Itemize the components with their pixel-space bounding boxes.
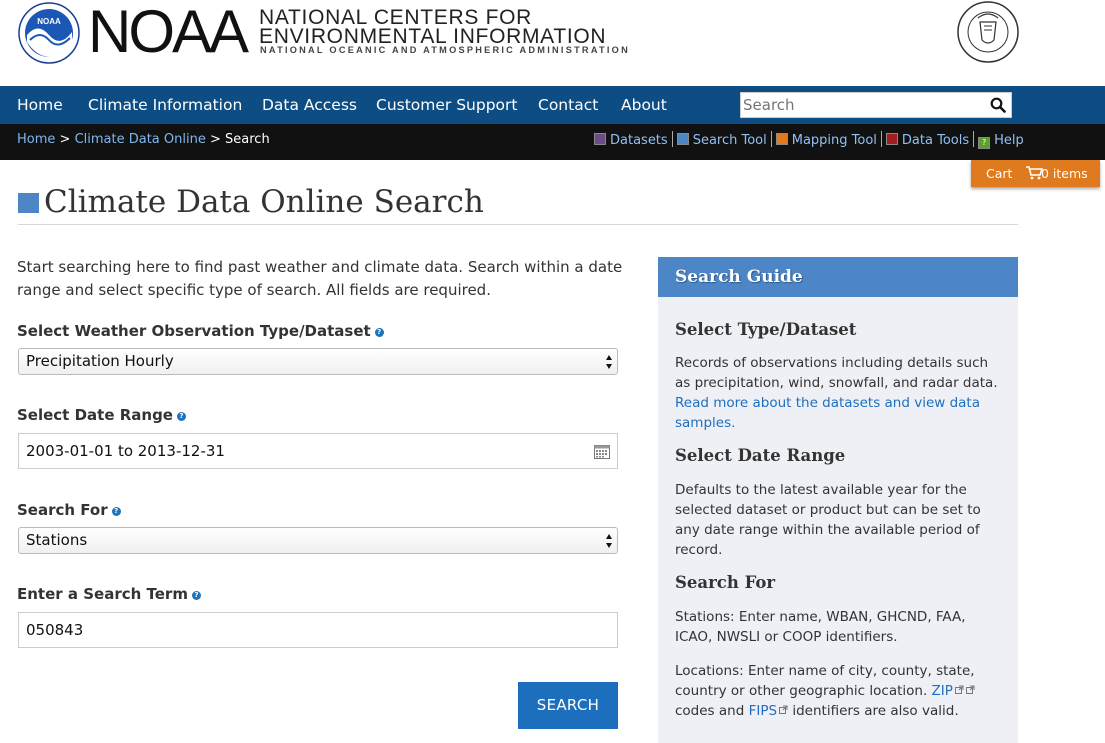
breadcrumb-separator: > bbox=[209, 132, 221, 147]
page-title: Climate Data Online Search bbox=[44, 184, 484, 220]
external-link-icon bbox=[954, 685, 964, 694]
data-tools-icon bbox=[885, 133, 898, 145]
breadcrumb-cdo[interactable]: Climate Data Online bbox=[75, 132, 206, 147]
tool-mapping-tool[interactable]: Mapping Tool bbox=[775, 124, 877, 157]
tool-help[interactable]: ? Help bbox=[978, 124, 1024, 157]
title-divider bbox=[18, 224, 1018, 225]
tool-label: Mapping Tool bbox=[791, 133, 877, 148]
tool-label: Data Tools bbox=[901, 133, 970, 148]
guide-section-title: Select Date Range bbox=[675, 446, 846, 465]
nav-climate-information[interactable]: Climate Information bbox=[88, 86, 242, 124]
tool-links: Datasets Search Tool Mapping Tool Data Tool… bbox=[594, 124, 1024, 157]
site-search-box bbox=[740, 92, 1012, 118]
dataset-label: Select Weather Observation Type/Dataset? bbox=[17, 322, 384, 340]
tool-label: Help bbox=[994, 133, 1024, 148]
guide-text: Locations: Enter name of city, county, s… bbox=[675, 663, 975, 699]
department-of-commerce-seal-icon[interactable] bbox=[956, 0, 1020, 64]
guide-section-title: Select Type/Dataset bbox=[675, 320, 857, 339]
date-range-field[interactable]: 2003-01-01 to 2013-12-31 bbox=[18, 433, 618, 469]
help-icon[interactable]: ? bbox=[191, 591, 201, 600]
nav-about[interactable]: About bbox=[621, 86, 667, 124]
dataset-select[interactable]: Precipitation Hourly bbox=[18, 348, 618, 375]
external-link-icon bbox=[779, 705, 788, 714]
guide-text: Records of observations including detail… bbox=[675, 355, 998, 391]
guide-section-text: Records of observations including detail… bbox=[675, 353, 1005, 433]
search-guide-header: Search Guide bbox=[658, 257, 1018, 297]
divider bbox=[973, 131, 975, 147]
ncei-subtitle: NATIONAL OCEANIC AND ATMOSPHERIC ADMINIS… bbox=[260, 45, 630, 55]
nav-customer-support[interactable]: Customer Support bbox=[376, 86, 518, 124]
dataset-label-text: Select Weather Observation Type/Dataset bbox=[17, 322, 371, 340]
help-icon[interactable]: ? bbox=[176, 412, 186, 421]
tool-label: Datasets bbox=[610, 133, 668, 148]
select-arrows-icon bbox=[606, 355, 612, 369]
date-range-label: Select Date Range? bbox=[17, 406, 186, 424]
sub-nav-bar: Home > Climate Data Online > Search Data… bbox=[0, 124, 1105, 160]
dataset-select-value: Precipitation Hourly bbox=[26, 352, 174, 370]
date-range-label-text: Select Date Range bbox=[17, 406, 173, 424]
logo-badge-text: NOAA bbox=[37, 17, 61, 26]
guide-section-title: Search For bbox=[675, 573, 776, 592]
title-accent-icon bbox=[18, 193, 39, 213]
intro-text: Start searching here to find past weathe… bbox=[17, 258, 623, 299]
search-for-label: Search For? bbox=[17, 501, 121, 519]
search-for-label-text: Search For bbox=[17, 501, 108, 519]
breadcrumb-home[interactable]: Home bbox=[17, 132, 55, 147]
nav-data-access[interactable]: Data Access bbox=[262, 86, 357, 124]
guide-section-text: Stations: Enter name, WBAN, GHCND, FAA, … bbox=[675, 609, 966, 645]
guide-text: identifiers are also valid. bbox=[792, 703, 959, 719]
site-search-input[interactable] bbox=[743, 95, 981, 115]
breadcrumb-separator: > bbox=[59, 132, 71, 147]
breadcrumb-current: Search bbox=[225, 132, 270, 147]
guide-section-text: Locations: Enter name of city, county, s… bbox=[675, 661, 1005, 721]
help-icon: ? bbox=[978, 137, 991, 149]
nav-contact[interactable]: Contact bbox=[538, 86, 598, 124]
divider bbox=[880, 131, 882, 147]
date-range-value: 2003-01-01 to 2013-12-31 bbox=[26, 442, 225, 460]
tool-search-tool[interactable]: Search Tool bbox=[676, 124, 767, 157]
tool-label: Search Tool bbox=[692, 133, 767, 148]
search-tool-icon bbox=[676, 133, 689, 145]
search-term-input[interactable]: 050843 bbox=[18, 612, 618, 648]
cart-label: Cart bbox=[986, 166, 1013, 181]
guide-section-text: Defaults to the latest available year fo… bbox=[675, 482, 981, 558]
tool-data-tools[interactable]: Data Tools bbox=[885, 124, 970, 157]
datasets-info-link[interactable]: Read more about the datasets and view da… bbox=[675, 395, 980, 431]
help-icon[interactable]: ? bbox=[111, 507, 121, 516]
guide-text: codes and bbox=[675, 703, 745, 719]
search-term-label-text: Enter a Search Term bbox=[17, 585, 188, 603]
mapping-tool-icon bbox=[775, 133, 788, 145]
search-for-select-value: Stations bbox=[26, 531, 88, 549]
site-header: NOAA NOAA NATIONAL CENTERS FOR ENVIRONME… bbox=[0, 0, 1105, 86]
search-icon[interactable] bbox=[990, 97, 1006, 113]
tool-datasets[interactable]: Datasets bbox=[594, 124, 668, 157]
nav-home[interactable]: Home bbox=[17, 86, 63, 124]
ncei-title-line2: ENVIRONMENTAL INFORMATION bbox=[259, 25, 607, 48]
breadcrumb: Home > Climate Data Online > Search bbox=[17, 124, 270, 155]
search-guide-title: Search Guide bbox=[675, 267, 803, 287]
noaa-wordmark[interactable]: NOAA bbox=[88, 0, 249, 66]
select-arrows-icon bbox=[606, 534, 612, 548]
search-term-label: Enter a Search Term? bbox=[17, 585, 201, 603]
search-for-select[interactable]: Stations bbox=[18, 527, 618, 554]
cart-count: 0 items bbox=[1041, 166, 1088, 181]
datasets-icon bbox=[594, 133, 606, 145]
search-term-value: 050843 bbox=[26, 621, 84, 639]
external-link-icon bbox=[965, 685, 975, 694]
cart-button[interactable]: Cart 0 items bbox=[971, 160, 1100, 187]
search-submit-button[interactable]: SEARCH bbox=[518, 682, 618, 729]
divider bbox=[671, 131, 673, 147]
calendar-icon[interactable] bbox=[594, 444, 610, 459]
fips-link[interactable]: FIPS bbox=[749, 703, 777, 719]
search-guide-panel: Search Guide Select Type/Dataset Records… bbox=[658, 257, 1018, 743]
help-icon[interactable]: ? bbox=[374, 328, 384, 337]
zip-link[interactable]: ZIP bbox=[932, 683, 953, 699]
divider bbox=[770, 131, 772, 147]
noaa-logo-icon[interactable]: NOAA bbox=[18, 2, 80, 64]
